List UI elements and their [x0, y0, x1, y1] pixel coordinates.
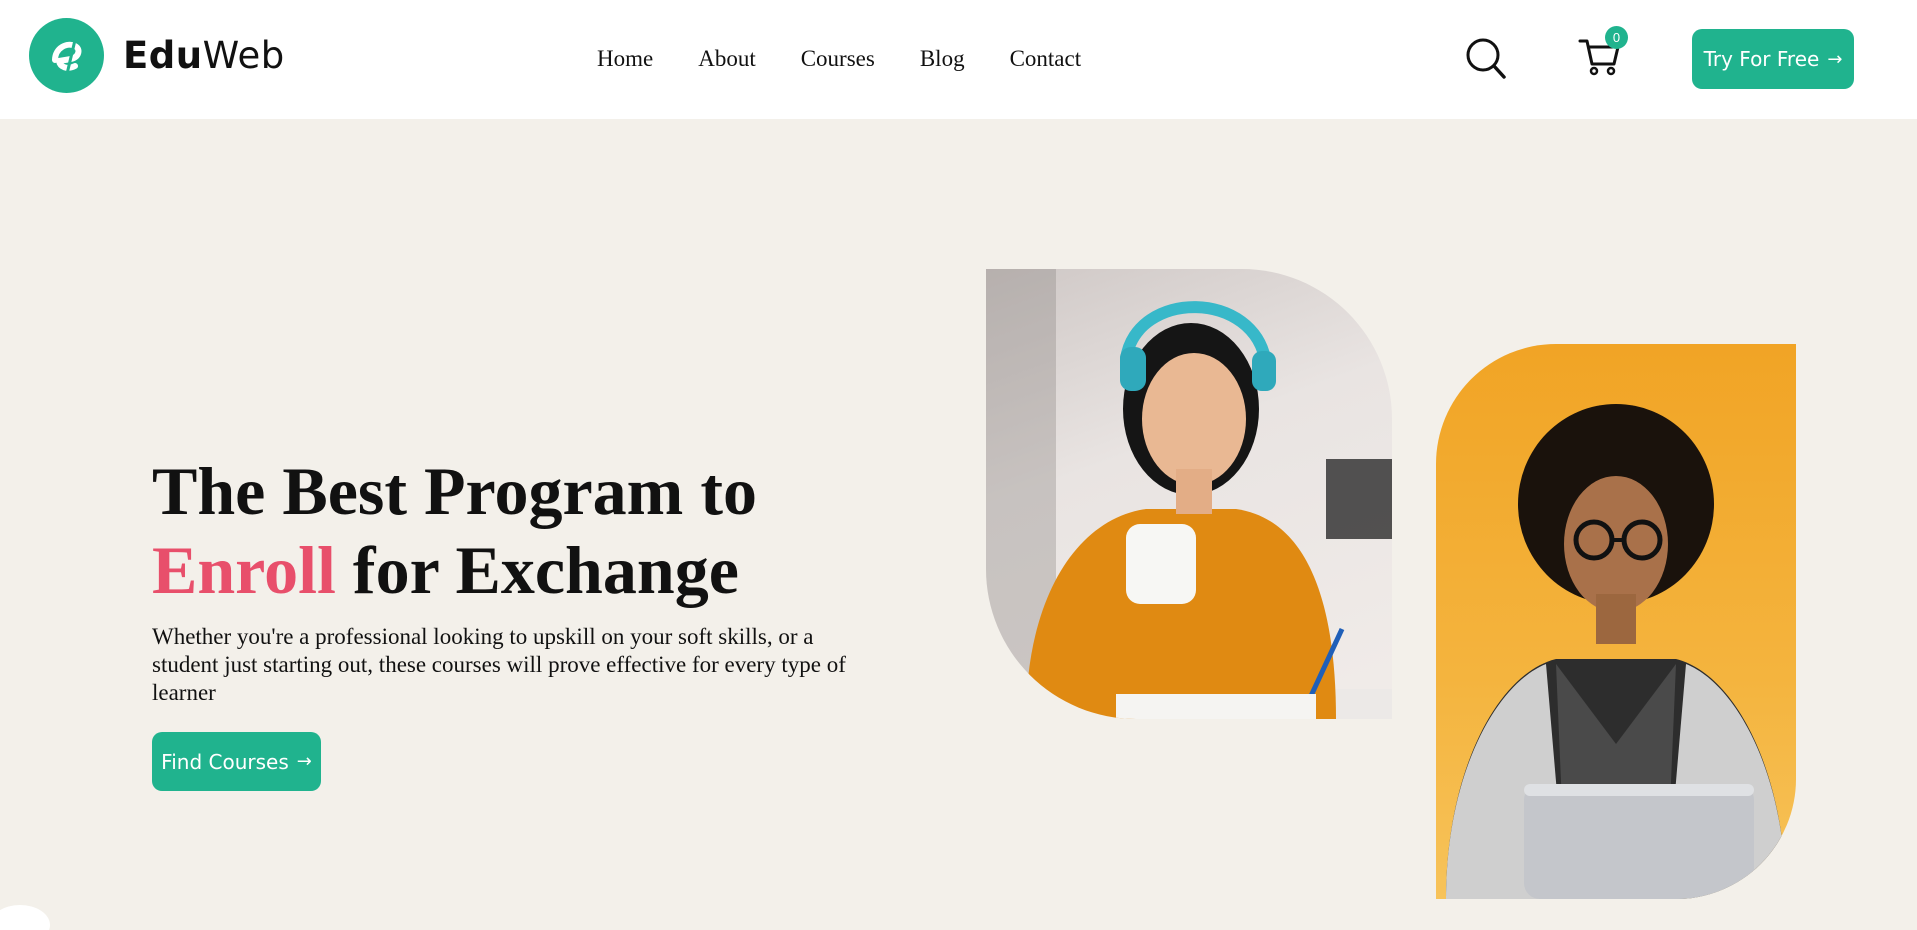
- nav-item-about[interactable]: About: [698, 44, 756, 74]
- logo-text-light: Web: [202, 34, 285, 77]
- nav-item-courses[interactable]: Courses: [801, 44, 875, 74]
- site-header: EduWeb Home About Courses Blog Contact 0…: [0, 0, 1917, 119]
- hero-title-accent: Enroll: [152, 532, 336, 608]
- student-headphones-image: [986, 269, 1392, 719]
- student-laptop-image: [1436, 344, 1796, 899]
- logo-text-bold: Edu: [123, 34, 203, 77]
- try-for-free-label: Try For Free: [1703, 47, 1820, 71]
- hero-title-rest: for Exchange: [335, 532, 739, 608]
- find-courses-button[interactable]: Find Courses →: [152, 732, 321, 791]
- hero-description: Whether you're a professional looking to…: [152, 624, 846, 705]
- hero-title: The Best Program to Enroll for Exchange: [152, 452, 757, 610]
- try-for-free-button[interactable]: Try For Free →: [1692, 29, 1854, 89]
- logo-text: EduWeb: [123, 34, 285, 77]
- hero-section: The Best Program to Enroll for Exchange …: [0, 119, 1917, 930]
- logo-icon: [29, 18, 104, 93]
- search-icon[interactable]: [1465, 37, 1507, 81]
- nav-item-blog[interactable]: Blog: [920, 44, 965, 74]
- arrow-right-icon: →: [296, 751, 312, 772]
- find-courses-label: Find Courses: [161, 749, 289, 774]
- nav-item-home[interactable]: Home: [597, 44, 653, 74]
- logo[interactable]: EduWeb: [29, 18, 285, 93]
- nav-item-contact[interactable]: Contact: [1010, 44, 1082, 74]
- hero-title-line1: The Best Program to: [152, 453, 757, 529]
- main-nav: Home About Courses Blog Contact: [597, 44, 1126, 74]
- arrow-right-icon: →: [1827, 48, 1843, 70]
- cart-count-badge: 0: [1605, 26, 1628, 49]
